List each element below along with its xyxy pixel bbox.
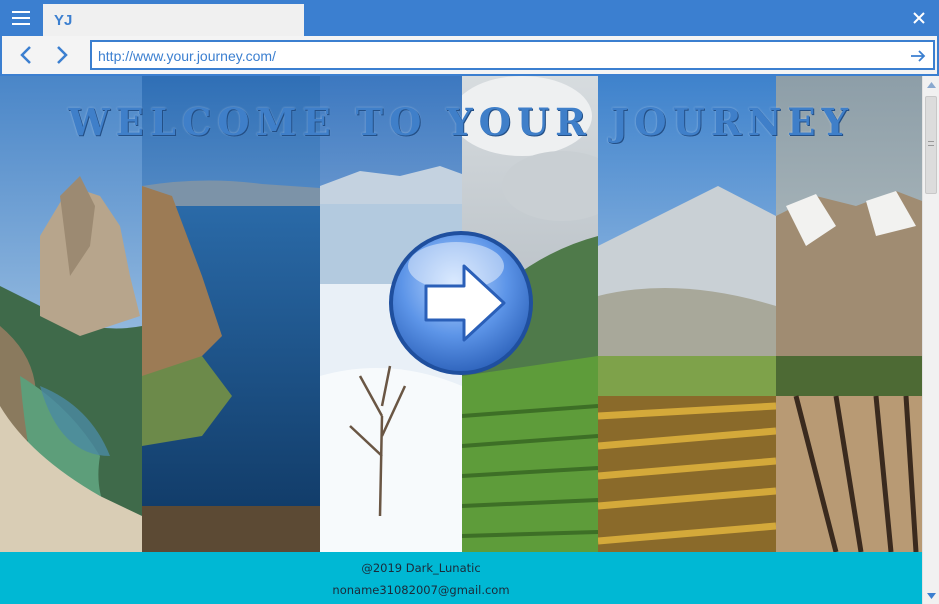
browser-titlebar: YJ	[0, 0, 939, 36]
menu-button[interactable]	[0, 0, 42, 36]
vertical-scrollbar[interactable]	[922, 76, 939, 604]
hero-title: WELCOME TO YOUR JOURNEY	[68, 100, 854, 144]
go-button[interactable]	[907, 45, 929, 67]
landscape-panel-mountains	[776, 76, 922, 552]
chevron-left-icon	[20, 46, 31, 64]
address-bar[interactable]: http://www.your.journey.com/	[90, 40, 935, 70]
footer-email: noname31082007@gmail.com	[332, 583, 510, 597]
navigation-bar: http://www.your.journey.com/	[0, 36, 939, 76]
close-button[interactable]	[903, 0, 935, 36]
close-icon	[913, 12, 925, 24]
footer-copyright: @2019 Dark_Lunatic	[361, 561, 481, 575]
page-viewport: WELCOME TO YOUR JOURNEY @2019 Dark_Lunat…	[0, 76, 939, 604]
hamburger-icon	[12, 11, 30, 25]
landscape-panel-vineyard	[598, 76, 776, 552]
landscape-panel-coast	[0, 76, 142, 552]
scroll-up-button[interactable]	[923, 76, 939, 93]
chevron-up-icon	[926, 81, 936, 88]
enter-button[interactable]	[386, 228, 536, 378]
chevron-down-icon	[926, 592, 936, 599]
url-text[interactable]: http://www.your.journey.com/	[98, 48, 276, 64]
chevron-right-icon	[57, 46, 68, 64]
hero-banner: WELCOME TO YOUR JOURNEY	[0, 76, 922, 552]
landscape-panel-lake	[142, 76, 320, 552]
back-button[interactable]	[14, 42, 38, 68]
tab-title: YJ	[54, 12, 73, 29]
arrow-right-icon	[911, 50, 926, 62]
scroll-down-button[interactable]	[923, 587, 939, 604]
page-footer: @2019 Dark_Lunatic noname31082007@gmail.…	[0, 552, 922, 604]
forward-button[interactable]	[50, 42, 74, 68]
browser-tab[interactable]: YJ	[43, 4, 304, 36]
enter-arrow-icon	[389, 231, 533, 375]
scroll-thumb[interactable]	[925, 96, 937, 194]
scroll-grip	[928, 141, 934, 146]
